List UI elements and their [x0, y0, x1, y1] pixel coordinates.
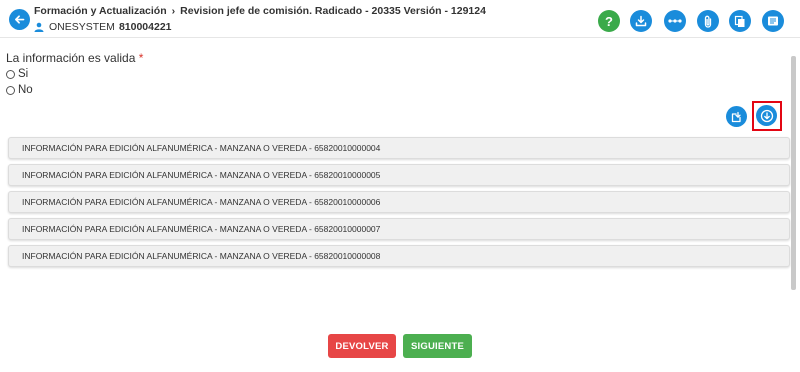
- export-button[interactable]: [726, 106, 747, 127]
- panel-title: INFORMACIÓN PARA EDICIÓN ALFANUMÉRICA - …: [22, 251, 381, 261]
- accordion-panel[interactable]: INFORMACIÓN PARA EDICIÓN ALFANUMÉRICA - …: [8, 218, 790, 240]
- arrow-down-circle-icon: [760, 109, 773, 122]
- scrollbar[interactable]: [791, 56, 796, 290]
- form-list-button[interactable]: [762, 10, 784, 32]
- attachment-icon: [704, 15, 712, 28]
- radio-option-no[interactable]: No: [6, 84, 33, 96]
- download-button[interactable]: [630, 10, 652, 32]
- next-button[interactable]: SIGUIENTE: [403, 334, 472, 358]
- accordion-panel[interactable]: INFORMACIÓN PARA EDICIÓN ALFANUMÉRICA - …: [8, 245, 790, 267]
- export-icon: [731, 111, 741, 122]
- radio-label-no[interactable]: No: [18, 84, 33, 96]
- question-label: La información es valida: [6, 51, 136, 65]
- validity-question: La información es valida *: [6, 51, 143, 65]
- attachment-button[interactable]: [697, 10, 719, 32]
- accordion-panel[interactable]: INFORMACIÓN PARA EDICIÓN ALFANUMÉRICA - …: [8, 191, 790, 213]
- panel-title: INFORMACIÓN PARA EDICIÓN ALFANUMÉRICA - …: [22, 170, 381, 180]
- workflow-icon: [668, 19, 682, 23]
- workflow-button[interactable]: [664, 10, 686, 32]
- accordion-panel[interactable]: INFORMACIÓN PARA EDICIÓN ALFANUMÉRICA - …: [8, 137, 790, 159]
- header-divider: [0, 37, 800, 38]
- required-asterisk: *: [138, 51, 144, 65]
- form-list-icon: [768, 16, 778, 26]
- help-button[interactable]: ?: [598, 10, 620, 32]
- copy-document-icon: [734, 15, 745, 27]
- radio-button[interactable]: [6, 85, 15, 95]
- return-button[interactable]: DEVOLVER: [328, 334, 396, 358]
- copy-document-button[interactable]: [729, 10, 751, 32]
- accordion-panel[interactable]: INFORMACIÓN PARA EDICIÓN ALFANUMÉRICA - …: [8, 164, 790, 186]
- toolbar: ?: [0, 10, 800, 32]
- expand-all-button[interactable]: [756, 105, 777, 126]
- panel-title: INFORMACIÓN PARA EDICIÓN ALFANUMÉRICA - …: [22, 143, 381, 153]
- panel-title: INFORMACIÓN PARA EDICIÓN ALFANUMÉRICA - …: [22, 224, 381, 234]
- radio-button[interactable]: [6, 69, 15, 79]
- download-icon: [635, 15, 647, 27]
- help-icon: ?: [605, 13, 613, 29]
- panel-title: INFORMACIÓN PARA EDICIÓN ALFANUMÉRICA - …: [22, 197, 381, 207]
- radio-option-si[interactable]: Si: [6, 68, 28, 80]
- radio-label-si[interactable]: Si: [18, 68, 28, 80]
